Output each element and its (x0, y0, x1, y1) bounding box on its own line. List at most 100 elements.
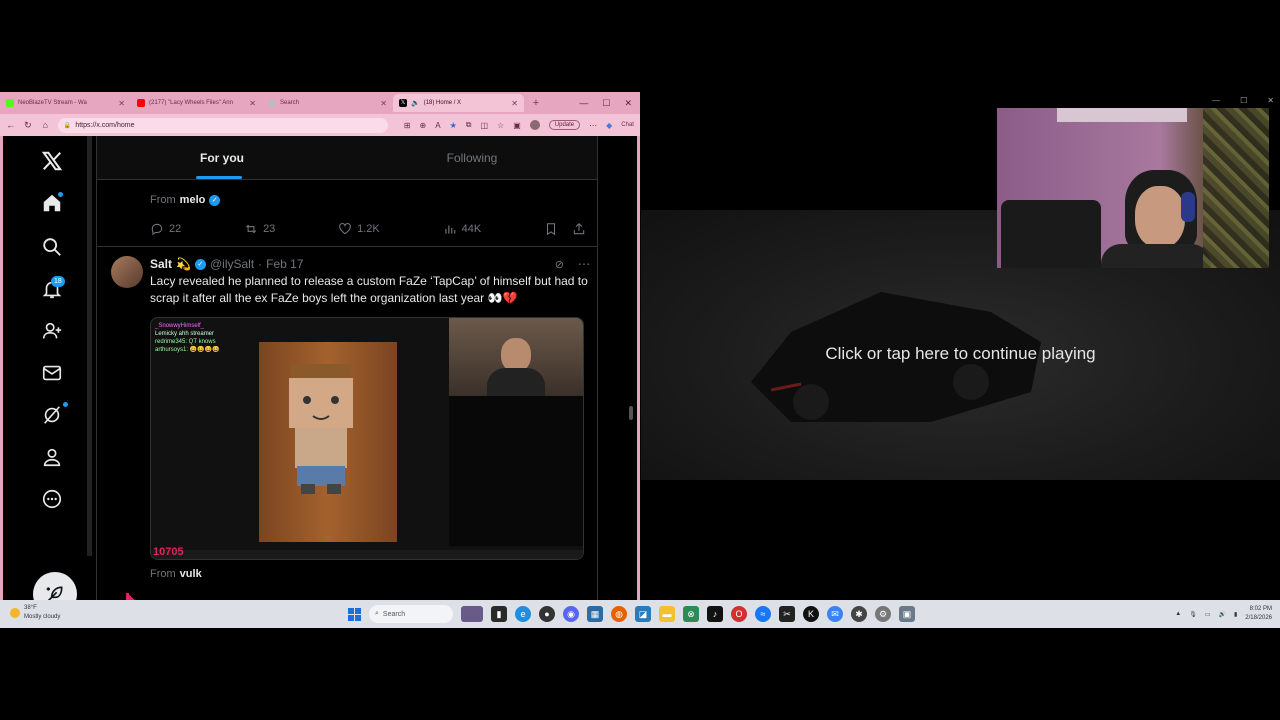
grok-explain-icon[interactable]: ⊘ (555, 258, 564, 271)
xbox-icon[interactable]: ⊗ (683, 606, 699, 622)
extensions-icon[interactable]: ⧉ (466, 120, 472, 130)
bookmark-icon[interactable] (544, 222, 558, 236)
close-icon[interactable]: ✕ (511, 99, 518, 108)
folder-icon[interactable]: ▬ (659, 606, 675, 622)
tab-label: (2177) "Lacy Wheels Files" Ann (149, 100, 233, 106)
maximize-button[interactable]: ☐ (602, 98, 610, 109)
zoom-icon[interactable]: ⊕ (420, 121, 427, 130)
share-icon[interactable] (572, 222, 586, 236)
compose-post-button[interactable] (33, 572, 77, 600)
home-button[interactable]: ⌂ (41, 120, 50, 130)
chat-label[interactable]: Chat (621, 122, 634, 128)
url-field[interactable]: 🔒 https://x.com/home (57, 117, 388, 133)
volume-icon[interactable]: 🔊 (1219, 611, 1226, 618)
tiktok-icon[interactable]: ♪ (707, 606, 723, 622)
windows-start-icon[interactable] (348, 607, 361, 621)
battery-icon[interactable]: ▮ (1234, 611, 1237, 618)
edge-icon[interactable]: e (515, 606, 531, 622)
tweet-media[interactable]: _SnowwyHimself_ Lemicky ahh streamer red… (150, 317, 584, 560)
close-icon[interactable]: ✕ (118, 99, 125, 108)
app-icon[interactable]: ⊞ (404, 121, 411, 130)
messenger-icon[interactable]: ≈ (755, 606, 771, 622)
tab-for-you[interactable]: For you (97, 136, 347, 179)
more-menu-icon[interactable]: ⋯ (589, 121, 597, 130)
messages-icon[interactable] (39, 360, 65, 386)
mic-icon[interactable]: 🎙 (1189, 611, 1197, 618)
tab-x-home[interactable]: 𝕏 🔈 (18) Home / X ✕ (393, 94, 524, 112)
close-icon[interactable]: ✕ (249, 99, 256, 108)
back-button[interactable]: ← (6, 120, 15, 130)
more-icon[interactable] (39, 486, 65, 512)
opera-icon[interactable]: O (731, 606, 747, 622)
favorites-icon[interactable]: ☆ (497, 121, 504, 130)
tab-youtube[interactable]: (2177) "Lacy Wheels Files" Ann ✕ (131, 94, 262, 112)
weather-temp: 38°F (24, 605, 37, 611)
discord-icon[interactable]: ◉ (563, 606, 579, 622)
weather-widget[interactable]: 38°F Mostly cloudy (10, 604, 60, 622)
source-name[interactable]: melo (180, 194, 206, 206)
tab-search[interactable]: Search ✕ (262, 94, 393, 112)
minimize-button[interactable]: — (1212, 96, 1220, 105)
widgets-icon[interactable] (461, 606, 483, 622)
search-placeholder: Search (382, 610, 406, 618)
refresh-button[interactable]: ↻ (23, 120, 32, 131)
repost-count: 23 (263, 223, 276, 235)
capcut-icon[interactable]: ✂ (779, 606, 795, 622)
capture-icon[interactable]: ◪ (635, 606, 651, 622)
copilot-icon[interactable]: ◆ (606, 121, 612, 130)
like-button[interactable]: 1.2K (338, 222, 380, 236)
tab-following[interactable]: Following (347, 136, 597, 179)
views-button[interactable]: 44K (443, 222, 481, 236)
app-icon[interactable]: ▣ (899, 606, 915, 622)
chevron-up-icon[interactable]: ▲ (1175, 611, 1181, 617)
read-aloud-icon[interactable]: A (435, 121, 440, 130)
kick-app-icon[interactable]: K (803, 606, 819, 622)
grok-icon[interactable] (39, 402, 65, 428)
firefox-icon[interactable]: ◍ (611, 606, 627, 622)
search-icon[interactable] (39, 234, 65, 260)
obs-icon[interactable]: ● (539, 606, 555, 622)
chat-app-icon[interactable]: ✉ (827, 606, 843, 622)
page-scrollbar[interactable] (628, 136, 634, 600)
clock[interactable]: 8:02 PM 2/18/2026 (1245, 605, 1272, 623)
favorite-star-icon[interactable]: ★ (450, 121, 457, 130)
collections-icon[interactable]: ▣ (513, 121, 521, 130)
close-window-button[interactable]: ✕ (624, 98, 632, 109)
video-player[interactable]: — ☐ ✕ Click or tap here to continue play… (641, 92, 1280, 600)
source-name[interactable]: vulk (180, 568, 202, 580)
tweet-header: Salt 💫 ✓ @ilySalt · Feb 17 ⊘ ⋯ (150, 257, 590, 271)
taskbar-search[interactable]: ⌕ Search (369, 605, 453, 623)
minimize-button[interactable]: — (579, 98, 588, 109)
close-window-button[interactable]: ✕ (1267, 96, 1274, 105)
profile-icon[interactable] (39, 444, 65, 470)
update-button[interactable]: Update (548, 120, 581, 130)
x-logo-icon[interactable] (39, 148, 65, 174)
repost-button[interactable]: 23 (244, 222, 275, 236)
author-name[interactable]: Salt (150, 257, 172, 271)
maximize-button[interactable]: ☐ (1240, 96, 1247, 105)
scrollbar-thumb[interactable] (629, 406, 633, 420)
gear-icon[interactable]: ⚙ (875, 606, 891, 622)
tweet-date[interactable]: Feb 17 (266, 257, 303, 271)
more-options-icon[interactable]: ⋯ (578, 257, 590, 271)
profile-avatar[interactable] (529, 120, 540, 130)
sidebar-scrollbar[interactable] (87, 136, 92, 556)
continue-playing-text[interactable]: Click or tap here to continue playing (641, 344, 1280, 364)
settings-app-icon[interactable]: ✱ (851, 606, 867, 622)
lock-icon: 🔒 (63, 122, 72, 129)
from-prefix: From (150, 568, 176, 580)
close-icon[interactable]: ✕ (380, 99, 387, 108)
reply-button[interactable]: 22 (150, 222, 181, 236)
tab-kick-stream[interactable]: NeoBlazeTV Stream - Wa ✕ (0, 94, 131, 112)
weather-desc: Mostly cloudy (24, 614, 61, 620)
communities-icon[interactable] (39, 318, 65, 344)
system-tray: ▲ 🎙 ▭ 🔊 ▮ 8:02 PM 2/18/2026 (1175, 605, 1272, 623)
author-handle[interactable]: @ilySalt (210, 257, 254, 271)
mute-icon[interactable]: 🔈 (411, 99, 420, 107)
network-icon[interactable]: ▭ (1205, 611, 1211, 618)
split-screen-icon[interactable]: ◫ (480, 121, 488, 130)
store-icon[interactable]: ▦ (587, 606, 603, 622)
new-tab-button[interactable]: + (530, 97, 542, 109)
avatar[interactable] (111, 256, 143, 288)
file-icon[interactable]: ▮ (491, 606, 507, 622)
